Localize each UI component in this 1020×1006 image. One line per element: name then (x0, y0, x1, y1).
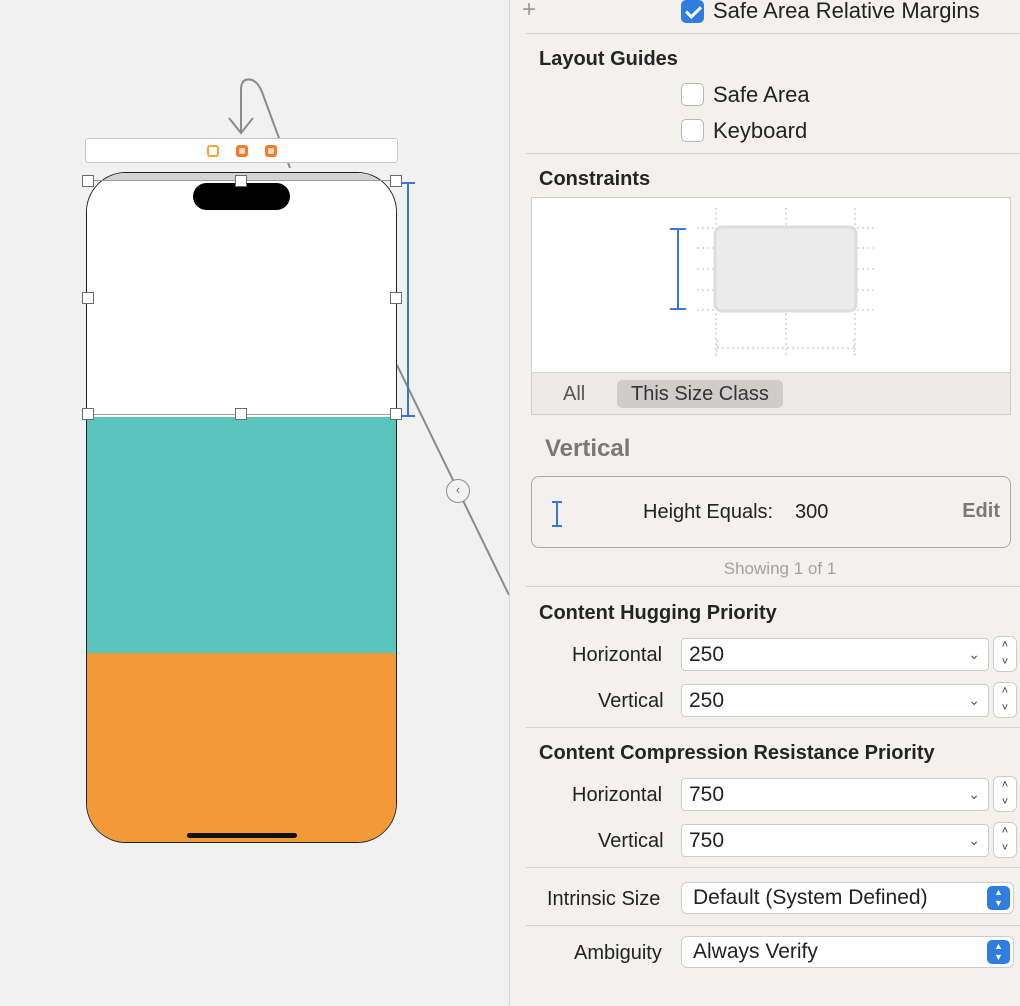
height-constraint-indicator[interactable] (401, 182, 415, 417)
ambiguity-popup[interactable]: Always Verify ▲ ▼ (681, 936, 1014, 968)
segue-back-icon[interactable]: ‹ (446, 479, 470, 503)
chevron-down-icon[interactable]: ⌄ (968, 639, 980, 670)
resize-handle-left[interactable] (82, 292, 94, 304)
orange-view[interactable] (87, 653, 396, 842)
divider (526, 586, 1020, 587)
hugging-vertical-value: 250 (689, 689, 725, 712)
home-indicator (187, 833, 297, 838)
divider (526, 33, 1020, 34)
resize-handle-bottom[interactable] (235, 408, 247, 420)
height-constraint-row[interactable]: Height Equals: 300 Edit (531, 476, 1011, 548)
keyboard-label: Keyboard (713, 118, 808, 143)
layout-guides-title: Layout Guides (539, 48, 678, 70)
vertical-constraints-title: Vertical (545, 435, 631, 462)
segment-this-size-class[interactable]: This Size Class (617, 380, 783, 408)
content-hugging-title: Content Hugging Priority (539, 602, 777, 624)
size-class-segmented-control[interactable]: All This Size Class (532, 372, 1010, 414)
stepper-down-icon[interactable]: ˅ (994, 840, 1016, 857)
divider (526, 925, 1020, 926)
first-responder-icon[interactable] (236, 145, 248, 157)
storyboard-canvas[interactable]: ‹ (0, 0, 509, 1006)
stepper-up-icon[interactable]: ˄ (994, 637, 1016, 654)
intrinsic-size-value: Default (System Defined) (693, 886, 928, 909)
stepper-down-icon[interactable]: ˅ (994, 700, 1016, 717)
dynamic-island (193, 183, 290, 210)
constraints-title: Constraints (539, 168, 651, 190)
resize-handle-top-left[interactable] (82, 175, 94, 187)
ambiguity-label: Ambiguity (574, 942, 662, 964)
hugging-horizontal-stepper[interactable]: ˄ ˅ (993, 636, 1017, 672)
compression-vertical-combo[interactable]: 750 ⌄ (681, 824, 989, 857)
hugging-vertical-stepper[interactable]: ˄ ˅ (993, 682, 1017, 718)
compression-horizontal-stepper[interactable]: ˄ ˅ (993, 776, 1017, 812)
height-constraint-icon (552, 501, 562, 527)
compression-resistance-title: Content Compression Resistance Priority (539, 742, 935, 764)
stepper-up-icon[interactable]: ˄ (994, 823, 1016, 840)
segment-all[interactable]: All (549, 380, 599, 408)
size-inspector: + Safe Area Relative Margins Layout Guid… (509, 0, 1020, 1006)
hugging-vertical-combo[interactable]: 250 ⌄ (681, 684, 989, 717)
add-variation-icon[interactable]: + (522, 0, 536, 24)
ambiguity-value: Always Verify (693, 940, 818, 963)
compression-vertical-value: 750 (689, 829, 725, 852)
stepper-up-icon[interactable]: ˄ (994, 683, 1016, 700)
constraints-diagram[interactable]: All This Size Class (531, 197, 1011, 415)
compression-horizontal-label: Horizontal (572, 784, 663, 806)
compression-horizontal-combo[interactable]: 750 ⌄ (681, 778, 989, 811)
scene-dock[interactable] (85, 138, 398, 163)
chevron-down-icon[interactable]: ⌄ (968, 779, 980, 810)
safe-area-label: Safe Area (713, 82, 810, 107)
chevron-down-icon[interactable]: ⌄ (968, 685, 980, 716)
chevron-down-icon[interactable]: ⌄ (968, 825, 980, 856)
edit-constraint-button[interactable]: Edit (962, 500, 1000, 523)
popup-arrows-icon[interactable]: ▲ ▼ (987, 886, 1010, 910)
popup-arrows-icon[interactable]: ▲ ▼ (987, 940, 1010, 964)
intrinsic-size-popup[interactable]: Default (System Defined) ▲ ▼ (681, 882, 1014, 914)
divider (526, 727, 1020, 728)
stepper-down-icon[interactable]: ˅ (994, 794, 1016, 811)
teal-view[interactable] (87, 417, 396, 653)
hugging-horizontal-value: 250 (689, 643, 725, 666)
hugging-vertical-label: Vertical (598, 690, 664, 712)
showing-count: Showing 1 of 1 (723, 559, 837, 578)
constraint-editor-graphic (670, 208, 877, 358)
safe-area-relative-margins-label: Safe Area Relative Margins (713, 0, 980, 23)
height-equals-label: Height Equals: (643, 501, 774, 523)
view-controller-icon[interactable] (207, 145, 219, 157)
hugging-horizontal-combo[interactable]: 250 ⌄ (681, 638, 989, 671)
resize-handle-top[interactable] (235, 175, 247, 187)
height-equals-value: 300 (795, 501, 829, 523)
safe-area-checkbox[interactable] (681, 83, 704, 106)
compression-vertical-label: Vertical (598, 830, 664, 852)
resize-handle-bottom-left[interactable] (82, 408, 94, 420)
keyboard-checkbox[interactable] (681, 119, 704, 142)
safe-area-relative-margins-checkbox[interactable] (681, 0, 704, 23)
compression-horizontal-value: 750 (689, 783, 725, 806)
divider (526, 867, 1020, 868)
iphone-device-frame (86, 172, 397, 843)
hugging-horizontal-label: Horizontal (572, 644, 663, 666)
stepper-down-icon[interactable]: ˅ (994, 654, 1016, 671)
intrinsic-size-label: Intrinsic Size (547, 888, 661, 910)
divider (526, 153, 1020, 154)
compression-vertical-stepper[interactable]: ˄ ˅ (993, 822, 1017, 858)
exit-icon[interactable] (265, 145, 277, 157)
stepper-up-icon[interactable]: ˄ (994, 777, 1016, 794)
